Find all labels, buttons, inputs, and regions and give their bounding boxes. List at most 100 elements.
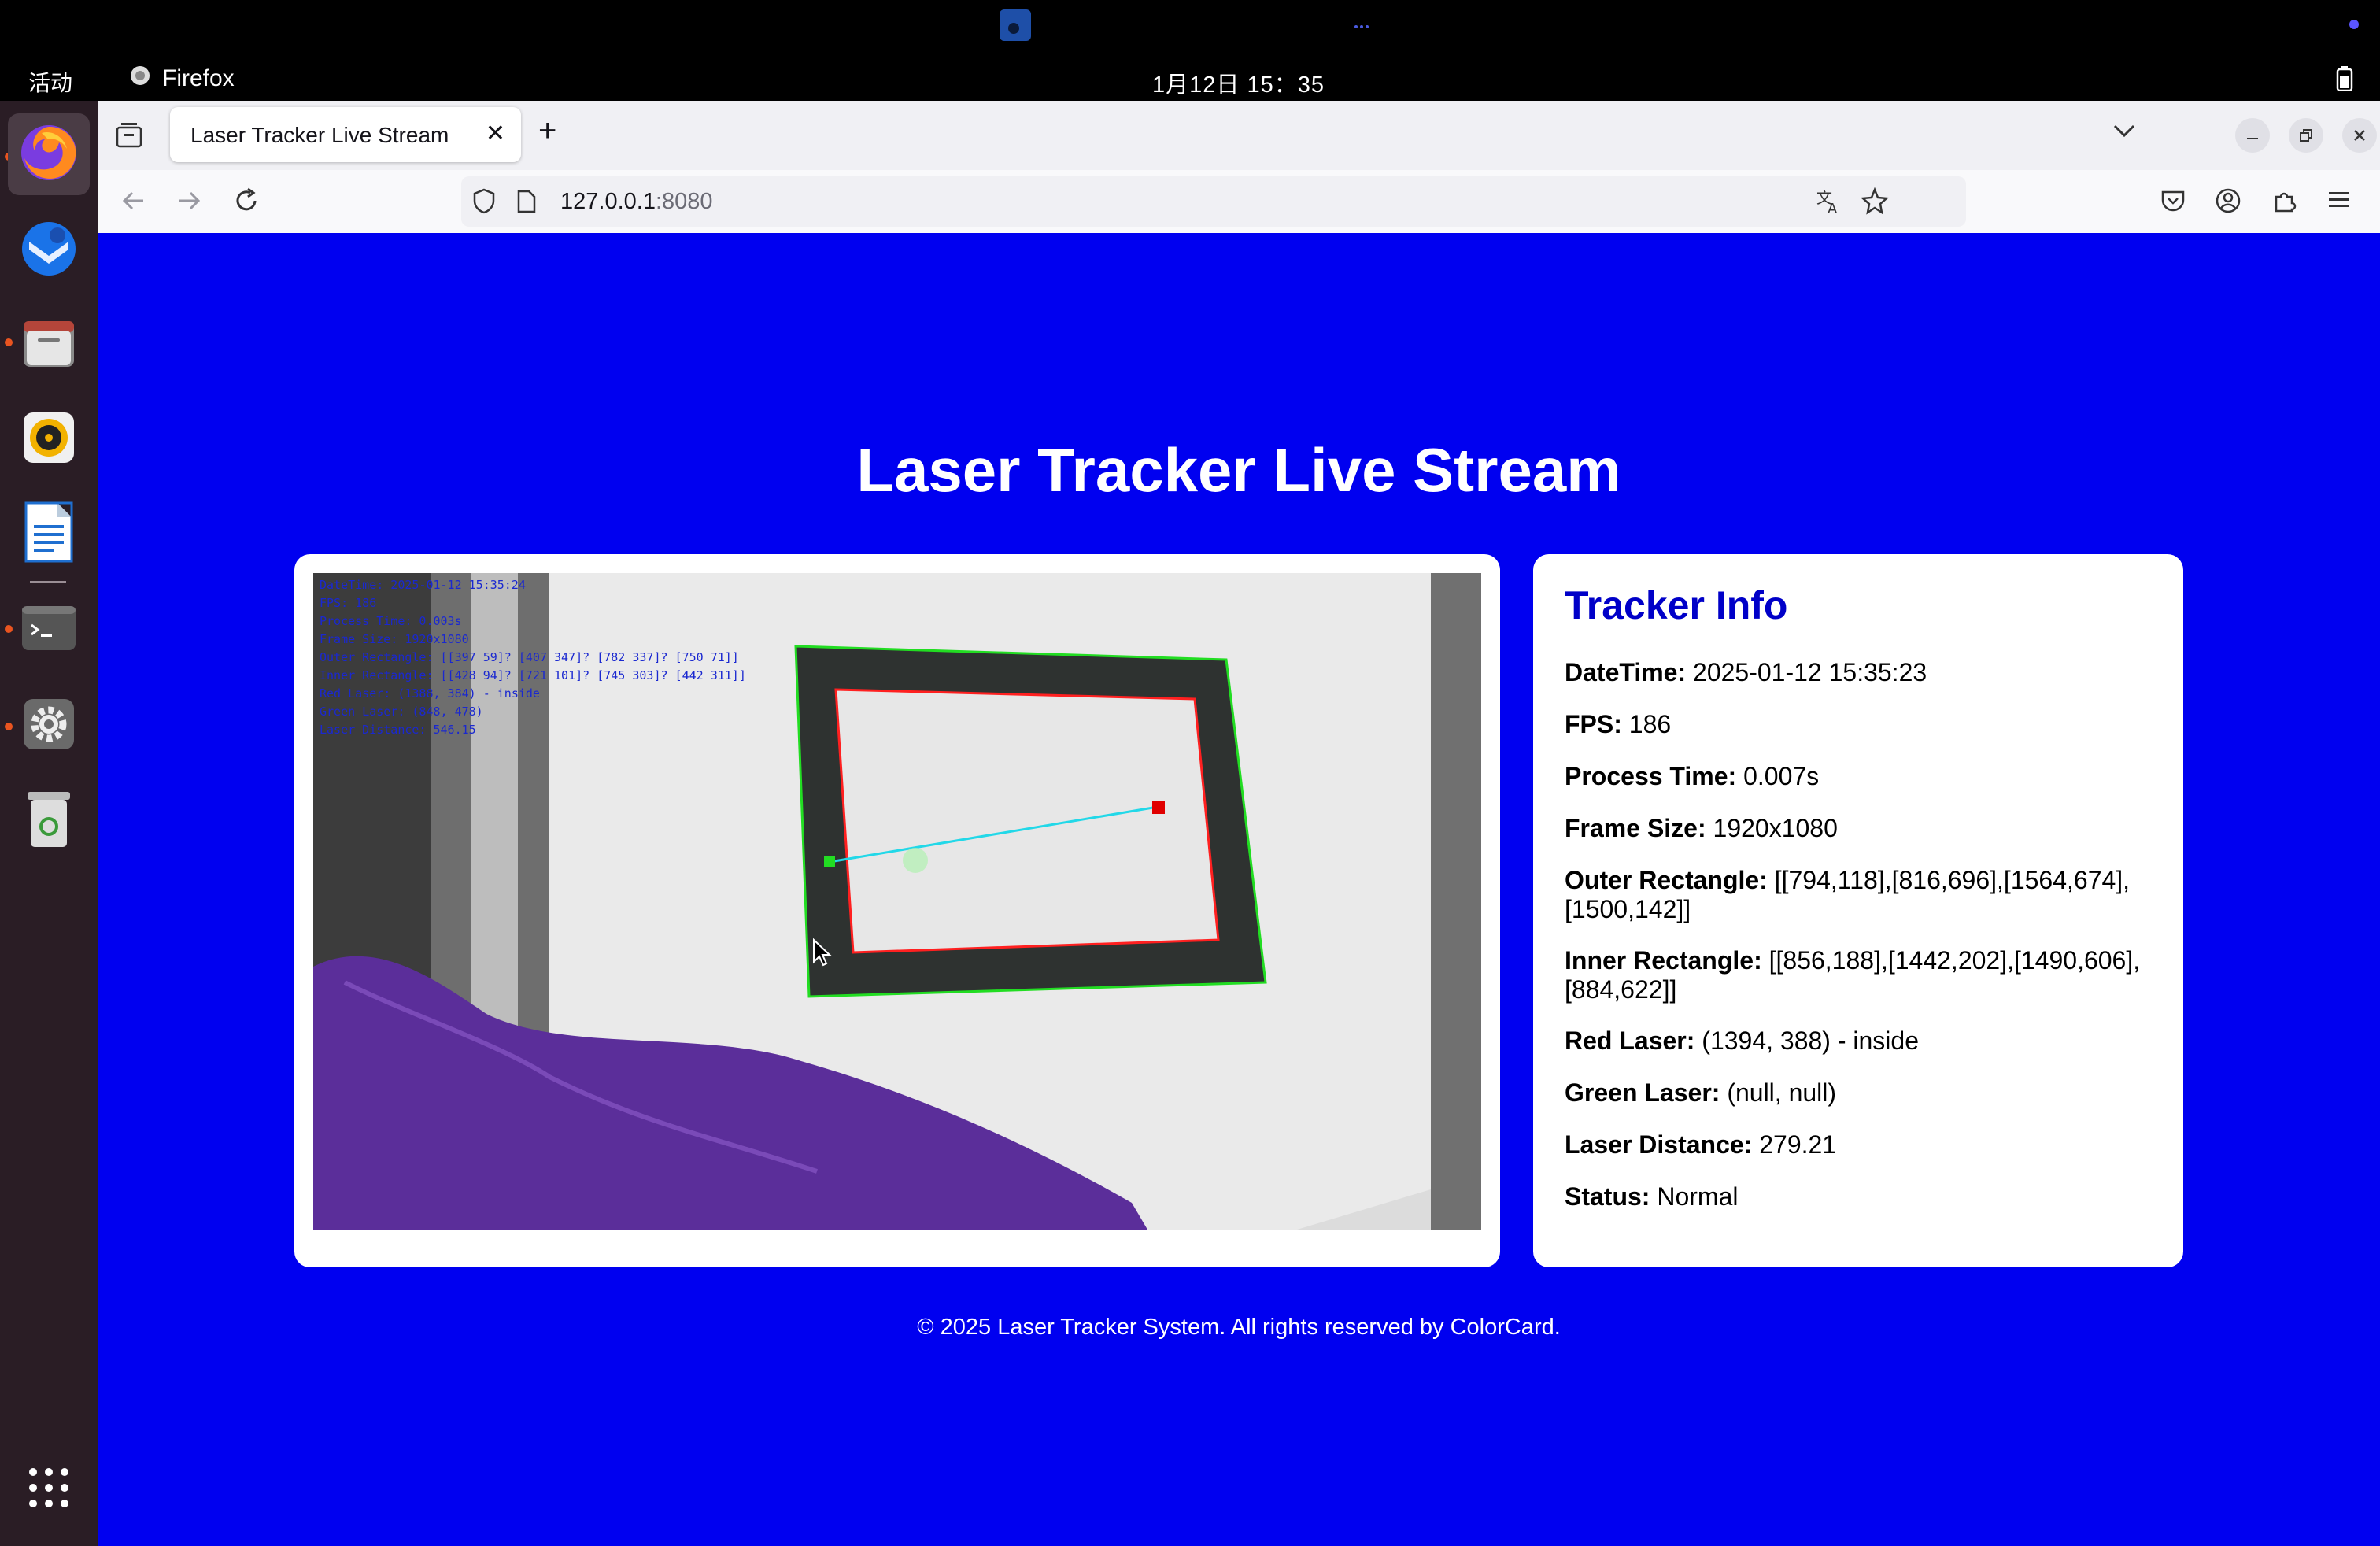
url-bar[interactable]: 127.0.0.1:8080 文A	[461, 176, 1966, 227]
tracker-info-card: Tracker Info DateTime: 2025-01-12 15:35:…	[1533, 554, 2183, 1267]
top-strip	[0, 0, 2380, 57]
web-page: Laser Tracker Live Stream DateTime: 2025…	[98, 233, 2380, 1546]
overlay-line: Inner Rectangle: [[428 94]? [721 101]? […	[320, 668, 746, 682]
files-icon	[20, 315, 77, 375]
clock[interactable]: 1月12日 15：35	[1152, 66, 1325, 99]
info-label: Frame Size:	[1565, 814, 1706, 842]
info-value: 0.007s	[1743, 762, 1820, 790]
thunderbird-icon	[18, 218, 79, 283]
dock-trash[interactable]	[8, 779, 90, 861]
tracking-shield-icon[interactable]	[472, 187, 496, 214]
info-row-status: Status: Normal	[1565, 1182, 2163, 1211]
info-value: 1920x1080	[1713, 814, 1838, 842]
forward-arrow-icon[interactable]	[176, 187, 203, 214]
camera-app-icon	[1000, 9, 1031, 45]
url-text: 127.0.0.1:8080	[560, 189, 713, 215]
dock-terminal[interactable]	[8, 589, 90, 671]
account-icon[interactable]	[2215, 187, 2241, 214]
scene-window-strip	[471, 573, 518, 1045]
dock-writer[interactable]	[8, 493, 90, 575]
info-value: (null, null)	[1727, 1078, 1837, 1107]
new-tab-icon[interactable]: +	[538, 115, 556, 146]
green-laser-marker	[824, 856, 835, 867]
url-port: :8080	[655, 189, 713, 214]
info-label: Process Time:	[1565, 762, 1737, 790]
close-window-icon[interactable]	[2342, 118, 2377, 153]
restore-icon[interactable]	[2289, 118, 2323, 153]
dock-rhythmbox[interactable]	[8, 398, 90, 480]
status-indicator-icon	[1354, 20, 1369, 35]
info-row-inner-rectangle: Inner Rectangle: [[856,188],[1442,202],[…	[1565, 946, 2163, 1004]
info-label: Green Laser:	[1565, 1078, 1720, 1107]
hamburger-menu-icon[interactable]	[2326, 187, 2352, 213]
list-tabs-chevron-icon[interactable]	[2112, 123, 2136, 139]
scene-right-shadow	[1431, 573, 1481, 1230]
overlay-line: Outer Rectangle: [[397 59]? [407 347]? […	[320, 650, 739, 664]
app-menu[interactable]: Firefox	[129, 65, 235, 93]
overlay-line: Red Laser: (1388, 384) - inside	[320, 686, 540, 701]
url-host: 127.0.0.1	[560, 189, 656, 214]
app-grid-icon	[27, 1466, 71, 1514]
page-footer: © 2025 Laser Tracker System. All rights …	[917, 1315, 1561, 1340]
tab-close-icon[interactable]: ✕	[486, 120, 505, 147]
info-row-frame-size: Frame Size: 1920x1080	[1565, 814, 2163, 843]
overlay-line: Green Laser: (848, 478)	[320, 705, 483, 719]
info-label: Status:	[1565, 1182, 1650, 1211]
reload-icon[interactable]	[233, 187, 260, 214]
info-label: Outer Rectangle:	[1565, 866, 1768, 894]
info-row-datetime: DateTime: 2025-01-12 15:35:23	[1565, 658, 2163, 687]
info-label: DateTime:	[1565, 658, 1687, 686]
back-arrow-icon[interactable]	[120, 187, 146, 214]
dock-files[interactable]	[8, 304, 90, 386]
dock	[0, 101, 98, 1546]
info-row-red-laser: Red Laser: (1394, 388) - inside	[1565, 1026, 2163, 1056]
tracker-info-title: Tracker Info	[1565, 583, 1788, 627]
minimize-icon[interactable]	[2235, 118, 2270, 153]
info-value: (1394, 388) - inside	[1702, 1026, 1919, 1055]
info-label: Laser Distance:	[1565, 1130, 1753, 1159]
overlay-line: Process Time: 0.003s	[320, 614, 462, 628]
page-info-icon[interactable]	[516, 189, 537, 214]
overlay-line: Laser Distance: 546.15	[320, 723, 476, 737]
info-value: Normal	[1657, 1182, 1739, 1211]
firefox-small-icon	[129, 65, 151, 93]
info-value: 279.21	[1759, 1130, 1837, 1159]
video-stream: DateTime: 2025-01-12 15:35:24 FPS: 186 P…	[313, 573, 1481, 1230]
info-row-outer-rectangle: Outer Rectangle: [[794,118],[816,696],[1…	[1565, 866, 2163, 924]
video-stream-card: DateTime: 2025-01-12 15:35:24 FPS: 186 P…	[294, 554, 1500, 1267]
pocket-icon[interactable]	[2160, 187, 2186, 214]
battery-icon[interactable]	[2336, 66, 2353, 95]
info-row-process-time: Process Time: 0.007s	[1565, 762, 2163, 791]
info-row-green-laser: Green Laser: (null, null)	[1565, 1078, 2163, 1108]
tab-laser-tracker[interactable]: Laser Tracker Live Stream ✕	[170, 107, 521, 162]
extensions-icon[interactable]	[2271, 187, 2298, 214]
bookmark-star-icon[interactable]	[1861, 187, 1889, 216]
info-value: 186	[1628, 710, 1672, 738]
writer-icon	[21, 501, 76, 567]
show-apps-button[interactable]	[8, 1448, 90, 1530]
dock-separator	[30, 581, 66, 583]
notification-dot-icon	[2349, 19, 2360, 34]
dock-firefox[interactable]	[8, 113, 90, 195]
dock-settings[interactable]	[8, 685, 90, 767]
terminal-icon	[20, 605, 77, 656]
green-laser-glow	[903, 848, 928, 873]
system-top-bar: 活动 Firefox 1月12日 15：35	[0, 57, 2380, 101]
activities-button[interactable]: 活动	[28, 66, 72, 98]
info-label: Inner Rectangle:	[1565, 946, 1762, 975]
info-label: FPS:	[1565, 710, 1622, 738]
overlay-line: DateTime: 2025-01-12 15:35:24	[320, 578, 526, 592]
page-title: Laser Tracker Live Stream	[856, 435, 1621, 505]
info-row-laser-distance: Laser Distance: 279.21	[1565, 1130, 2163, 1160]
translate-icon[interactable]: 文A	[1815, 187, 1843, 216]
rhythmbox-icon	[20, 409, 77, 470]
settings-gear-icon	[20, 696, 77, 756]
overlay-line: Frame Size: 1920x1080	[320, 632, 469, 646]
tab-bar: Laser Tracker Live Stream ✕ +	[98, 101, 2380, 170]
info-value: 2025-01-12 15:35:23	[1693, 658, 1927, 686]
dock-thunderbird[interactable]	[8, 209, 90, 291]
overlay-line: FPS: 186	[320, 596, 376, 610]
tab-overview-icon[interactable]	[115, 121, 143, 148]
red-laser-marker	[1152, 801, 1165, 814]
firefox-icon	[18, 122, 79, 187]
